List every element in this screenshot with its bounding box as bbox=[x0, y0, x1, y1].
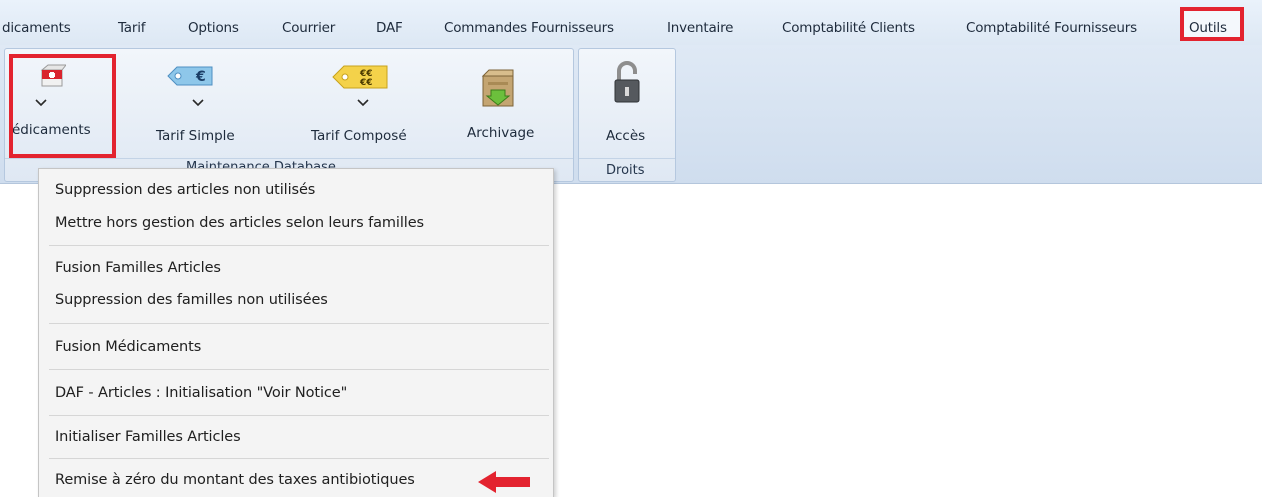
chevron-down-icon bbox=[357, 99, 369, 107]
tab-inventaire[interactable]: Inventaire bbox=[667, 20, 733, 36]
medicaments-highlight bbox=[9, 54, 116, 158]
tab-daf[interactable]: DAF bbox=[376, 20, 403, 36]
menu-separator bbox=[49, 245, 549, 246]
red-arrow-icon bbox=[478, 471, 530, 493]
tarif-compose-label: Tarif Composé bbox=[311, 128, 407, 144]
tarif-simple-label: Tarif Simple bbox=[156, 128, 235, 144]
tab-outils[interactable]: Outils bbox=[1189, 20, 1227, 36]
tab-tarif[interactable]: Tarif bbox=[118, 20, 146, 36]
menu-item-hors-gestion-articles[interactable]: Mettre hors gestion des articles selon l… bbox=[55, 215, 424, 231]
menu-separator bbox=[49, 369, 549, 370]
menu-item-fusion-familles[interactable]: Fusion Familles Articles bbox=[55, 260, 221, 276]
archive-box-icon bbox=[481, 69, 514, 107]
euro-price-tag-icon: € bbox=[167, 66, 213, 86]
menu-item-daf-voir-notice[interactable]: DAF - Articles : Initialisation "Voir No… bbox=[55, 385, 347, 401]
menu-separator bbox=[49, 458, 549, 459]
menu-item-fusion-medicaments[interactable]: Fusion Médicaments bbox=[55, 339, 201, 355]
menu-item-suppression-familles[interactable]: Suppression des familles non utilisées bbox=[55, 292, 328, 308]
menu-item-remise-zero-taxes[interactable]: Remise à zéro du montant des taxes antib… bbox=[55, 472, 415, 488]
menu-item-suppression-articles[interactable]: Suppression des articles non utilisés bbox=[55, 182, 315, 198]
dropdown-menu: Suppression des articles non utilisés Me… bbox=[38, 168, 554, 497]
multi-euro-price-tag-icon: €€ €€ bbox=[332, 65, 388, 89]
menu-item-initialiser-familles[interactable]: Initialiser Familles Articles bbox=[55, 429, 241, 445]
padlock-icon bbox=[614, 61, 640, 103]
tab-courrier[interactable]: Courrier bbox=[282, 20, 335, 36]
menu-separator bbox=[49, 323, 549, 324]
tab-comptabilite-fournisseurs[interactable]: Comptabilité Fournisseurs bbox=[966, 20, 1137, 36]
archivage-label: Archivage bbox=[467, 125, 535, 141]
group-divider bbox=[5, 158, 573, 159]
tab-options[interactable]: Options bbox=[188, 20, 239, 36]
group-label-droits: Droits bbox=[606, 163, 645, 178]
svg-text:€: € bbox=[195, 69, 206, 85]
tab-commandes-fournisseurs[interactable]: Commandes Fournisseurs bbox=[444, 20, 614, 36]
acces-label: Accès bbox=[606, 128, 646, 144]
tab-medicaments[interactable]: dicaments bbox=[2, 20, 71, 36]
svg-text:€€: €€ bbox=[359, 78, 373, 88]
tab-comptabilite-clients[interactable]: Comptabilité Clients bbox=[782, 20, 915, 36]
group-divider bbox=[579, 158, 675, 159]
chevron-down-icon bbox=[192, 99, 204, 107]
menu-bar: dicaments Tarif Options Courrier DAF Com… bbox=[0, 0, 1262, 45]
menu-separator bbox=[49, 415, 549, 416]
